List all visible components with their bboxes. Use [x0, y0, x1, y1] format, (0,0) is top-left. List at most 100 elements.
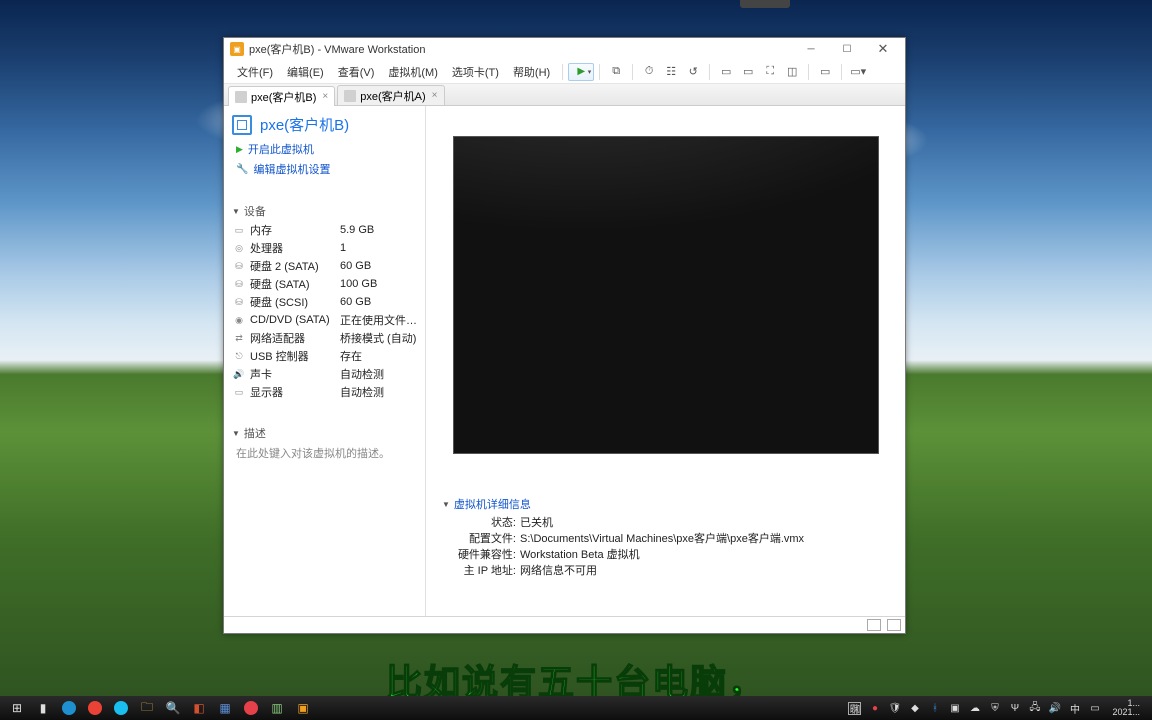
device-value: 正在使用文件 S:...: [340, 312, 417, 328]
tray-ime-lang[interactable]: 中: [1068, 702, 1081, 715]
tab-vm-icon: [235, 91, 247, 103]
detail-row: 主 IP 地址:网络信息不可用: [446, 562, 885, 578]
vm-icon: [232, 115, 252, 135]
device-value: 存在: [340, 348, 417, 364]
menu-tabs[interactable]: 选项卡(T): [445, 61, 506, 83]
maximize-button[interactable]: ☐: [829, 39, 865, 59]
taskbar-record-icon[interactable]: [238, 697, 264, 719]
device-value: 5.9 GB: [340, 224, 417, 236]
toolbar-console-icon[interactable]: ▭: [737, 62, 759, 82]
detail-key: 主 IP 地址:: [446, 562, 516, 578]
device-label: 硬盘 (SCSI): [250, 294, 340, 310]
toolbar-snapshot-icon[interactable]: ⏱: [638, 62, 660, 82]
toolbar-fullscreen-icon[interactable]: ⛶: [759, 62, 781, 82]
minimize-button[interactable]: ─: [793, 39, 829, 59]
tray-app-icon[interactable]: ◆: [908, 702, 921, 715]
status-devices-icon[interactable]: [887, 619, 901, 631]
device-label: 内存: [250, 222, 340, 238]
tray-bluetooth-icon[interactable]: ᚼ: [928, 702, 941, 715]
taskbar-app-icon[interactable]: ◧: [186, 697, 212, 719]
detail-value: 已关机: [520, 514, 553, 530]
taskbar-browser-icon[interactable]: [108, 697, 134, 719]
tray-volume-icon[interactable]: 🔊: [1048, 702, 1061, 715]
remote-session-indicator: [740, 0, 790, 8]
device-label: 网络适配器: [250, 330, 340, 346]
windows-taskbar[interactable]: ⊞ ▮ 🗀 🔍 ◧ ▦ ▥ ▣ ㍼ ● 🛡 ◆ ᚼ ▣ ☁ ⛨ Ψ 🖧 🔊 中 …: [0, 696, 1152, 720]
vm-details-header[interactable]: ▼ 虚拟机详细信息: [442, 496, 889, 512]
menu-view[interactable]: 查看(V): [331, 61, 382, 83]
status-thumb-icon[interactable]: [867, 619, 881, 631]
device-row[interactable]: ◉CD/DVD (SATA)正在使用文件 S:...: [232, 311, 417, 329]
wrench-icon: 🔧: [236, 164, 248, 175]
device-row[interactable]: ▭显示器自动检测: [232, 383, 417, 401]
close-button[interactable]: ✕: [865, 39, 901, 59]
menubar: 文件(F) 编辑(E) 查看(V) 虚拟机(M) 选项卡(T) 帮助(H) ▶▾…: [224, 60, 905, 84]
device-label: 硬盘 (SATA): [250, 276, 340, 292]
menu-vm[interactable]: 虚拟机(M): [381, 61, 445, 83]
menu-file[interactable]: 文件(F): [230, 61, 280, 83]
tab-vm-icon: [344, 90, 356, 102]
tray-record-dot-icon[interactable]: ●: [868, 702, 881, 715]
statusbar: [224, 616, 905, 633]
toolbar-suspend-icon[interactable]: ⧉: [605, 62, 627, 82]
taskbar-vmware-icon[interactable]: ▣: [290, 697, 316, 719]
power-on-button[interactable]: ▶▾: [568, 63, 594, 81]
device-row[interactable]: ▭ 内存5.9 GB: [232, 221, 417, 239]
tray-notification-icon[interactable]: ▭: [1088, 702, 1101, 715]
device-list: ▭ 内存5.9 GB ◎处理器1⛁硬盘 2 (SATA)60 GB⛁硬盘 (SATA…: [224, 221, 425, 401]
tab-label: pxe(客户机A): [360, 88, 425, 104]
vm-screen-preview[interactable]: [453, 136, 879, 454]
device-row[interactable]: ⇄网络适配器桥接模式 (自动): [232, 329, 417, 347]
tray-onedrive-icon[interactable]: ☁: [968, 702, 981, 715]
tray-shield-icon[interactable]: 🛡: [888, 702, 901, 715]
device-row[interactable]: ⛁硬盘 (SCSI)60 GB: [232, 293, 417, 311]
toolbar-revert-icon[interactable]: ↺: [682, 62, 704, 82]
device-icon: ▭: [232, 224, 246, 236]
tab-close-icon[interactable]: ×: [322, 91, 328, 102]
disclosure-icon: ▼: [232, 207, 240, 216]
taskbar-edge-icon[interactable]: [56, 697, 82, 719]
vm-name: pxe(客户机B): [260, 114, 349, 135]
description-section-header[interactable]: ▼ 描述: [224, 419, 425, 443]
disclosure-icon: ▼: [442, 500, 450, 509]
detail-key: 硬件兼容性:: [446, 546, 516, 562]
tray-usb-icon[interactable]: Ψ: [1008, 702, 1021, 715]
device-label: 显示器: [250, 384, 340, 400]
toolbar-cycle-icon[interactable]: ▭: [814, 62, 836, 82]
menu-help[interactable]: 帮助(H): [506, 61, 557, 83]
description-placeholder[interactable]: 在此处键入对该虚拟机的描述。: [224, 443, 425, 463]
power-on-link[interactable]: ▶ 开启此虚拟机: [224, 139, 425, 159]
tray-app-icon[interactable]: ▣: [948, 702, 961, 715]
devices-section-header[interactable]: ▼ 设备: [224, 197, 425, 221]
tray-ime-icon[interactable]: ㍼: [848, 702, 861, 715]
tray-network-icon[interactable]: 🖧: [1028, 702, 1041, 715]
tab-close-icon[interactable]: ×: [432, 90, 438, 101]
taskbar-notes-icon[interactable]: ▥: [264, 697, 290, 719]
taskbar-clock[interactable]: 1... 2021...: [1108, 699, 1144, 717]
edit-settings-link[interactable]: 🔧 编辑虚拟机设置: [224, 159, 425, 179]
device-row[interactable]: 🔊声卡自动检测: [232, 365, 417, 383]
toolbar-snapshot-manager-icon[interactable]: ☷: [660, 62, 682, 82]
taskbar-explorer-icon[interactable]: 🗀: [134, 697, 160, 719]
tab-pxe-client-b[interactable]: pxe(客户机B) ×: [228, 86, 335, 106]
separator: [562, 64, 563, 80]
separator: [841, 64, 842, 80]
toolbar-more-icon[interactable]: ▭▾: [847, 62, 869, 82]
toolbar-unity-icon[interactable]: ▭: [715, 62, 737, 82]
device-row[interactable]: ⛁硬盘 (SATA)100 GB: [232, 275, 417, 293]
device-row[interactable]: ◎处理器1: [232, 239, 417, 257]
start-button[interactable]: ⊞: [4, 697, 30, 719]
taskbar-chrome-icon[interactable]: [82, 697, 108, 719]
taskbar-search-icon[interactable]: 🔍: [160, 697, 186, 719]
detail-value: S:\Documents\Virtual Machines\pxe客户端\pxe…: [520, 530, 804, 546]
taskbar-terminal-icon[interactable]: ▮: [30, 697, 56, 719]
menu-edit[interactable]: 编辑(E): [280, 61, 331, 83]
tab-pxe-client-a[interactable]: pxe(客户机A) ×: [337, 85, 444, 105]
device-row[interactable]: ⎋USB 控制器存在: [232, 347, 417, 365]
taskbar-app-icon[interactable]: ▦: [212, 697, 238, 719]
titlebar[interactable]: ▣ pxe(客户机B) - VMware Workstation ─ ☐ ✕: [224, 38, 905, 60]
toolbar-stretch-icon[interactable]: ◫: [781, 62, 803, 82]
tray-defender-icon[interactable]: ⛨: [988, 702, 1001, 715]
device-row[interactable]: ⛁硬盘 2 (SATA)60 GB: [232, 257, 417, 275]
device-value: 60 GB: [340, 296, 417, 308]
